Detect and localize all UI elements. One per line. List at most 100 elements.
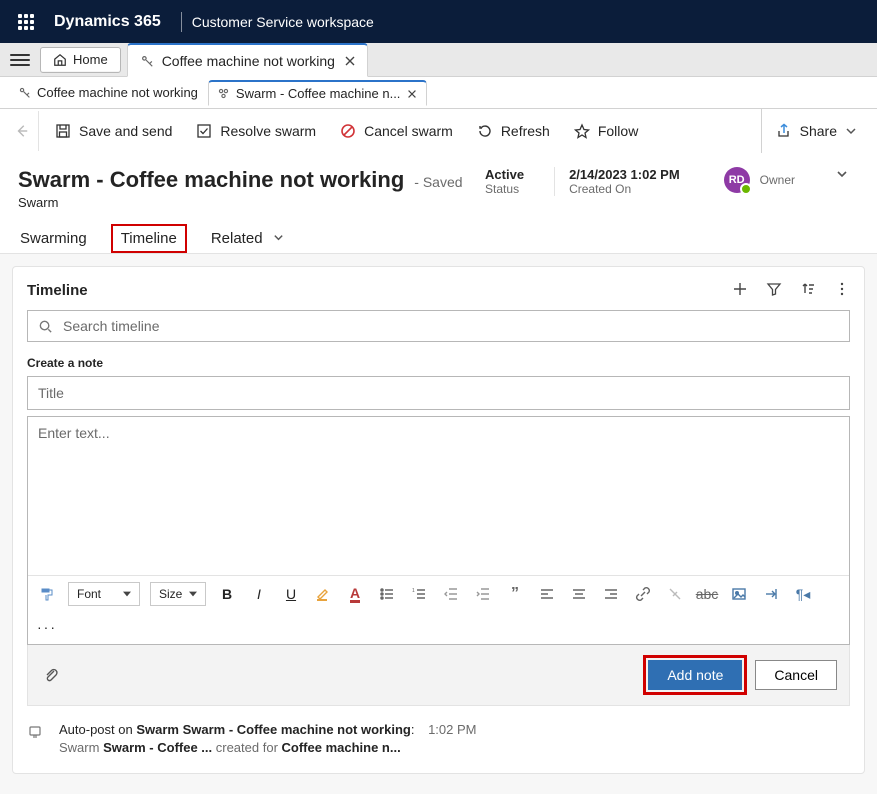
align-left-button[interactable] xyxy=(536,583,558,605)
record-title: Swarm - Coffee machine not working xyxy=(18,167,404,193)
created-on-label: Created On xyxy=(569,182,680,196)
bold-button[interactable]: B xyxy=(216,583,238,605)
page-ribbon: Home Coffee machine not working xyxy=(0,43,877,77)
image-icon xyxy=(731,586,747,602)
align-center-icon xyxy=(571,586,587,602)
ltr-button[interactable] xyxy=(760,583,782,605)
font-selector[interactable]: Font xyxy=(68,582,140,606)
rtl-button[interactable]: ¶◂ xyxy=(792,583,814,605)
save-icon xyxy=(55,123,71,139)
quote-button[interactable]: ” xyxy=(504,583,526,605)
home-button[interactable]: Home xyxy=(40,47,121,73)
quote-icon: ” xyxy=(511,585,519,603)
follow-label: Follow xyxy=(598,123,638,139)
timeline-search-input[interactable] xyxy=(61,317,839,335)
timeline-sort-button[interactable] xyxy=(800,281,816,300)
remove-link-button[interactable] xyxy=(664,583,686,605)
plus-icon xyxy=(732,281,748,297)
note-title-input[interactable] xyxy=(27,376,850,410)
highlighted-primary-button: Add note xyxy=(643,655,747,695)
number-list-icon: 1 xyxy=(411,586,427,602)
font-color-icon: A xyxy=(350,586,360,603)
post-title: Auto-post on Swarm Swarm - Coffee machin… xyxy=(59,722,477,737)
dropdown-icon xyxy=(123,590,131,598)
highlight-color-button[interactable] xyxy=(312,583,334,605)
align-right-icon xyxy=(603,586,619,602)
record-tabs: Coffee machine not working Swarm - Coffe… xyxy=(0,77,877,109)
timeline-search[interactable] xyxy=(27,310,850,342)
autopost-icon xyxy=(27,724,45,743)
filter-icon xyxy=(766,281,782,297)
home-icon xyxy=(53,53,67,67)
align-left-icon xyxy=(539,586,555,602)
close-icon[interactable] xyxy=(406,88,418,100)
site-nav-toggle[interactable] xyxy=(10,50,30,70)
record-header: Swarm - Coffee machine not working - Sav… xyxy=(0,153,877,210)
saved-indicator: - Saved xyxy=(414,174,462,190)
owner-avatar[interactable]: RD xyxy=(724,167,750,193)
app-title[interactable]: Dynamics 365 xyxy=(44,13,171,31)
record-tab-swarm[interactable]: Swarm - Coffee machine n... xyxy=(208,80,428,106)
timeline-post: Auto-post on Swarm Swarm - Coffee machin… xyxy=(27,722,850,755)
font-size-selector[interactable]: Size xyxy=(150,582,206,606)
cancel-swarm-button[interactable]: Cancel swarm xyxy=(328,109,465,153)
strike-icon: abc xyxy=(696,586,719,602)
share-button[interactable]: Share xyxy=(761,109,871,153)
tab-related[interactable]: Related xyxy=(209,224,286,253)
timeline-more-button[interactable] xyxy=(834,281,850,300)
status-label: Status xyxy=(485,182,524,196)
follow-button[interactable]: Follow xyxy=(562,109,650,153)
tab-timeline[interactable]: Timeline xyxy=(111,224,187,253)
bullet-list-button[interactable] xyxy=(376,583,398,605)
bullet-list-icon xyxy=(379,586,395,602)
refresh-icon xyxy=(477,123,493,139)
note-editor: Font Size B I U A 1 xyxy=(27,416,850,645)
add-note-button[interactable]: Add note xyxy=(648,660,742,690)
cancel-icon xyxy=(340,123,356,139)
pilcrow-icon: ¶◂ xyxy=(796,586,811,603)
divider xyxy=(181,12,182,32)
refresh-button[interactable]: Refresh xyxy=(465,109,562,153)
link-icon xyxy=(635,586,651,602)
save-and-send-button[interactable]: Save and send xyxy=(43,109,184,153)
font-color-button[interactable]: A xyxy=(344,583,366,605)
tab-swarming[interactable]: Swarming xyxy=(18,224,89,253)
insert-image-button[interactable] xyxy=(728,583,750,605)
cancel-note-button[interactable]: Cancel xyxy=(755,660,837,690)
strikethrough-button[interactable]: abc xyxy=(696,583,718,605)
indent-button[interactable] xyxy=(472,583,494,605)
save-and-send-label: Save and send xyxy=(79,123,172,139)
outdent-button[interactable] xyxy=(440,583,462,605)
record-tab-case[interactable]: Coffee machine not working xyxy=(12,81,204,105)
share-icon xyxy=(776,123,792,139)
timeline-add-button[interactable] xyxy=(732,281,748,300)
underline-button[interactable]: U xyxy=(280,583,302,605)
note-action-row: Add note Cancel xyxy=(27,645,850,706)
insert-link-button[interactable] xyxy=(632,583,654,605)
back-arrow-icon xyxy=(15,124,29,138)
number-list-button[interactable]: 1 xyxy=(408,583,430,605)
italic-button[interactable]: I xyxy=(248,583,270,605)
close-icon[interactable] xyxy=(343,54,357,68)
share-label: Share xyxy=(800,123,837,139)
timeline-filter-button[interactable] xyxy=(766,281,782,300)
attach-button[interactable] xyxy=(40,664,62,686)
post-body: Swarm Swarm - Coffee ... created for Cof… xyxy=(59,740,477,755)
owner-label: Owner xyxy=(760,173,795,187)
note-body-input[interactable] xyxy=(28,417,849,575)
page-tab-active[interactable]: Coffee machine not working xyxy=(127,43,368,77)
align-right-button[interactable] xyxy=(600,583,622,605)
indent-icon xyxy=(475,586,491,602)
format-painter-button[interactable] xyxy=(36,583,58,605)
case-icon xyxy=(18,86,31,99)
svg-text:1: 1 xyxy=(412,588,415,594)
resolve-swarm-button[interactable]: Resolve swarm xyxy=(184,109,328,153)
align-center-button[interactable] xyxy=(568,583,590,605)
back-button[interactable] xyxy=(6,124,38,138)
expand-header-button[interactable] xyxy=(825,167,859,181)
app-launcher-button[interactable] xyxy=(8,4,44,40)
toolbar-more-button[interactable]: ··· xyxy=(36,616,58,638)
star-icon xyxy=(574,123,590,139)
workspace-name: Customer Service workspace xyxy=(192,14,374,30)
unlink-icon xyxy=(667,586,683,602)
